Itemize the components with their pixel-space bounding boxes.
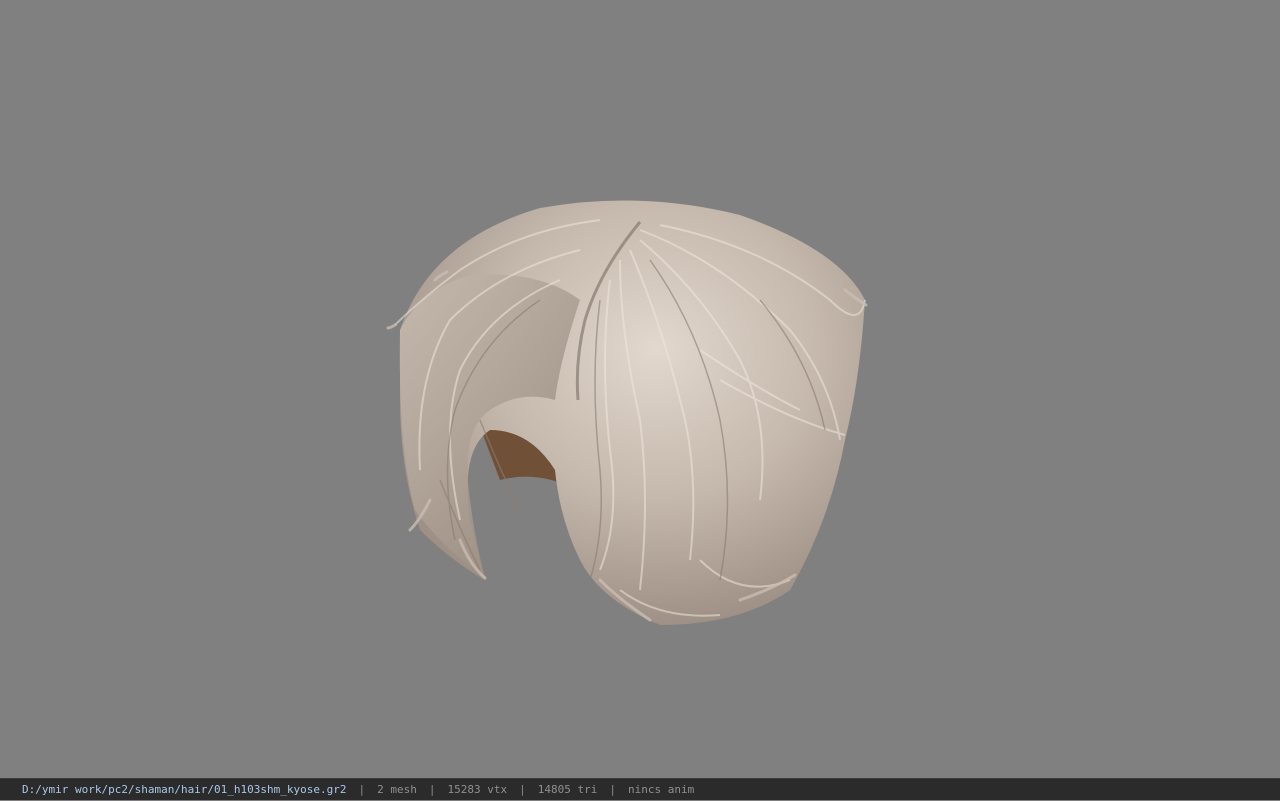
- status-bar: D:/ymir work/pc2/shaman/hair/01_h103shm_…: [0, 778, 1280, 800]
- triangle-count-label: 14805 tri: [537, 782, 598, 796]
- mesh-count-label: 2 mesh: [377, 782, 417, 796]
- hair-model-icon: [386, 200, 868, 625]
- separator: |: [358, 782, 366, 796]
- file-path-label: D:/ymir work/pc2/shaman/hair/01_h103shm_…: [22, 782, 347, 796]
- vertex-count-label: 15283 vtx: [447, 782, 508, 796]
- 3d-viewport[interactable]: [0, 0, 1280, 778]
- separator: |: [519, 782, 526, 796]
- anim-status-label: nincs anim: [627, 782, 695, 796]
- separator: |: [428, 782, 436, 796]
- separator: |: [609, 782, 616, 796]
